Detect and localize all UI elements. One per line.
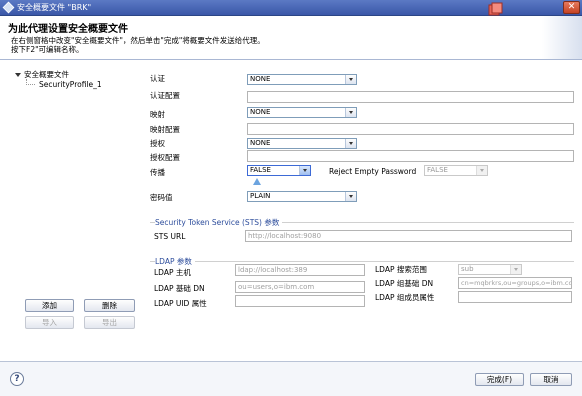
reject-empty-password-label: Reject Empty Password [329, 167, 417, 176]
sts-group-title: Security Token Service (STS) 参数 [155, 217, 283, 228]
auth-config-field[interactable] [247, 91, 574, 103]
finish-button[interactable]: 完成(F) [475, 373, 524, 386]
ldap-uid-attr-field[interactable] [235, 295, 365, 307]
ldap-search-scope-select[interactable]: sub [458, 264, 522, 275]
mapping-select[interactable]: NONE [247, 107, 357, 118]
tree-root[interactable]: 安全概要文件 [15, 69, 69, 80]
ldap-base-dn-label: LDAP 基础 DN [154, 284, 205, 293]
import-button[interactable]: 导入 [25, 316, 74, 329]
reject-empty-password-value: FALSE [427, 166, 448, 174]
chevron-down-icon[interactable] [345, 139, 356, 148]
chevron-down-icon[interactable] [345, 192, 356, 201]
ldap-host-label: LDAP 主机 [154, 268, 191, 277]
description-line-2: 按下F2"可编辑名称。 [11, 45, 84, 54]
chevron-down-icon[interactable] [476, 166, 487, 175]
mouse-cursor-icon [253, 178, 261, 185]
tree-item-label: SecurityProfile_1 [39, 80, 102, 89]
auth-select-value: NONE [250, 75, 271, 83]
mapping-config-label: 映射配置 [150, 125, 180, 134]
dialog-footer: ? 完成(F) 取消 [0, 361, 582, 396]
ldap-group-member-attr-label: LDAP 组成员属性 [375, 293, 435, 302]
auth-config-label: 认证配置 [150, 91, 180, 100]
main-area: 安全概要文件 SecurityProfile_1 认证 NONE 认证配置 映射… [0, 61, 582, 361]
chevron-down-icon[interactable] [345, 108, 356, 117]
window-title: 安全概要文件 "BRK" [17, 3, 92, 12]
ldap-group-title: LDAP 参数 [155, 256, 195, 267]
expand-arrow-icon[interactable] [15, 73, 21, 77]
description-line-1: 在右侧窗格中改变"安全概要文件"，然后单击"完成"将概要文件发送给代理。 [11, 36, 265, 45]
chevron-down-icon[interactable] [345, 75, 356, 84]
sts-url-label: STS URL [154, 232, 186, 241]
delete-button[interactable]: 删除 [84, 299, 135, 312]
page-description: 在右侧窗格中改变"安全概要文件"，然后单击"完成"将概要文件发送给代理。 按下F… [11, 36, 301, 54]
ldap-group-base-dn-field[interactable]: cn=mqbrkrs,ou=groups,o=ibm.com [458, 277, 572, 289]
ldap-search-scope-value: sub [461, 265, 474, 273]
close-button[interactable]: ✕ [563, 1, 580, 14]
authz-config-field[interactable] [247, 150, 574, 162]
authz-label: 授权 [150, 139, 165, 148]
reject-empty-password-select[interactable]: FALSE [424, 165, 488, 176]
add-button[interactable]: 添加 [25, 299, 74, 312]
authz-config-label: 授权配置 [150, 153, 180, 162]
ldap-search-scope-label: LDAP 搜索范围 [375, 265, 427, 274]
tree-guide-line [26, 79, 35, 85]
tree-root-label: 安全概要文件 [24, 70, 69, 79]
auth-label: 认证 [150, 74, 165, 83]
app-icon [2, 1, 15, 14]
propagation-select[interactable]: FALSE [247, 165, 311, 176]
export-button[interactable]: 导出 [84, 316, 135, 329]
ldap-group-base-dn-label: LDAP 组基础 DN [375, 279, 434, 288]
mapping-config-field[interactable] [247, 123, 574, 135]
authz-select-value: NONE [250, 139, 271, 147]
mapping-select-value: NONE [250, 108, 271, 116]
cancel-button[interactable]: 取消 [530, 373, 572, 386]
dialog-header: 为此代理设置安全概要文件 在右侧窗格中改变"安全概要文件"，然后单击"完成"将概… [0, 2, 582, 60]
help-icon[interactable]: ? [10, 372, 24, 386]
password-value-label: 密码值 [150, 193, 173, 202]
chevron-down-icon[interactable] [510, 265, 521, 274]
ldap-group-divider [150, 261, 574, 262]
propagation-label: 传播 [150, 168, 165, 177]
password-value-select[interactable]: PLAIN [247, 191, 357, 202]
close-icon: ✕ [567, 2, 576, 12]
chevron-down-icon[interactable] [299, 166, 310, 175]
ldap-uid-attr-label: LDAP UID 属性 [154, 299, 207, 308]
propagation-select-value: FALSE [250, 166, 271, 174]
password-value-select-value: PLAIN [250, 192, 271, 200]
tree-item-securityprofile[interactable]: SecurityProfile_1 [37, 80, 104, 89]
mapping-label: 映射 [150, 110, 165, 119]
auth-select[interactable]: NONE [247, 74, 357, 85]
authz-select[interactable]: NONE [247, 138, 357, 149]
ldap-host-field[interactable]: ldap://localhost:389 [235, 264, 365, 276]
security-profile-icon [488, 2, 503, 16]
ldap-base-dn-field[interactable]: ou=users,o=ibm.com [235, 281, 365, 293]
header-banner [542, 16, 582, 59]
sts-url-field[interactable]: http://localhost:9080 [245, 230, 572, 242]
page-title: 为此代理设置安全概要文件 [8, 24, 128, 35]
ldap-group-member-attr-field[interactable] [458, 291, 572, 303]
